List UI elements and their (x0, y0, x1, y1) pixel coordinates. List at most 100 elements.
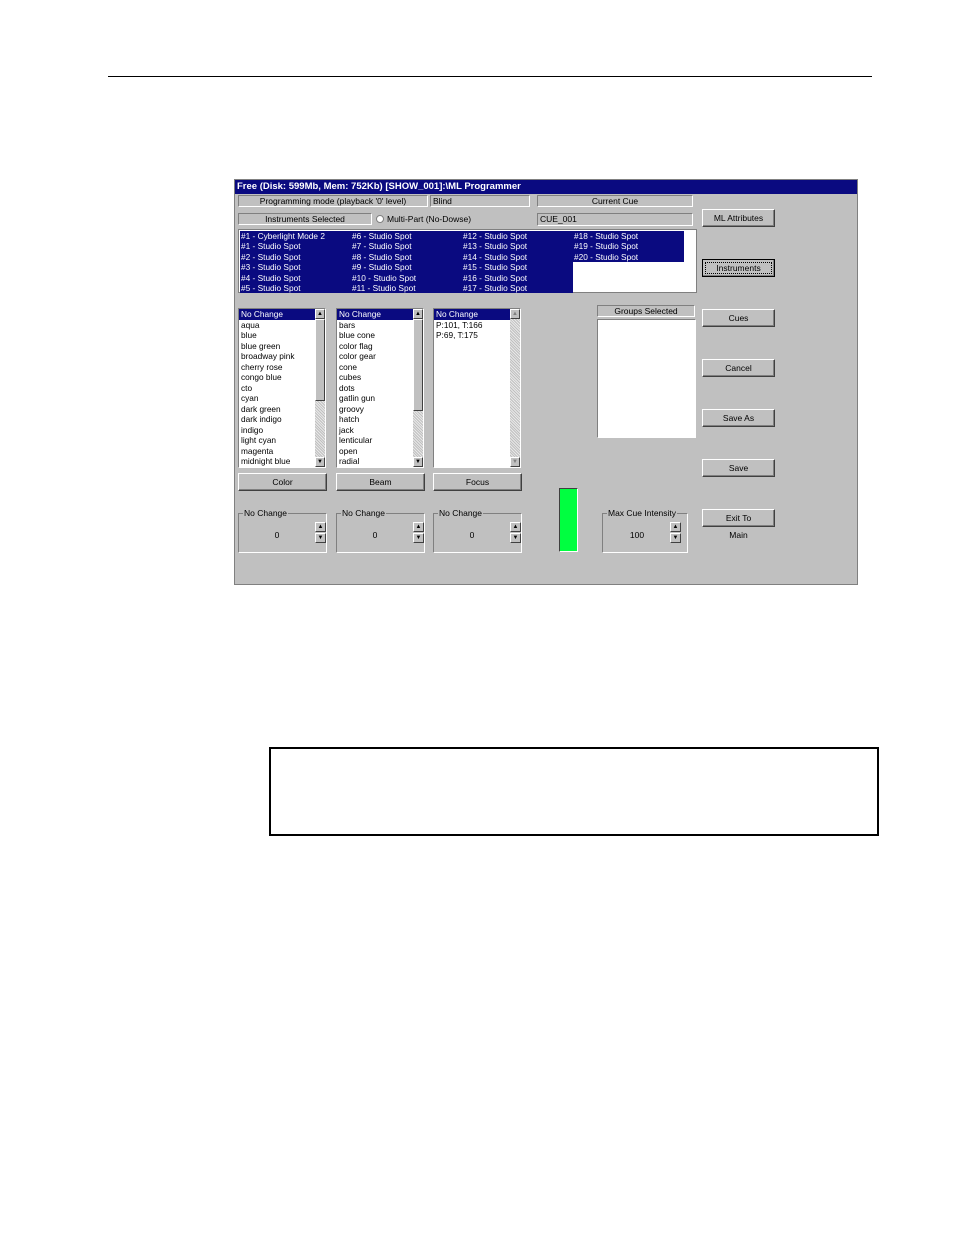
exit-to-button[interactable]: Exit To (702, 509, 775, 527)
scroll-up-arrow-icon[interactable]: ▲ (413, 309, 423, 319)
note-box (269, 747, 879, 836)
list-item[interactable]: lenticular (337, 435, 423, 446)
list-item[interactable]: hatch (337, 414, 423, 425)
beam-button[interactable]: Beam (336, 473, 425, 491)
spin-down-arrow-icon[interactable]: ▼ (315, 533, 326, 543)
list-item[interactable]: gatlin gun (337, 393, 423, 404)
instrument-item[interactable]: #3 - Studio Spot (240, 262, 351, 272)
instrument-item[interactable]: #7 - Studio Spot (351, 241, 462, 251)
list-item[interactable]: light cyan (239, 435, 325, 446)
spin-up-arrow-icon[interactable]: ▲ (315, 522, 326, 532)
instrument-item[interactable]: #11 - Studio Spot (351, 283, 462, 293)
instruments-button[interactable]: Instruments (702, 259, 775, 277)
list-item[interactable]: No Change (239, 309, 325, 320)
list-item[interactable]: cto (239, 383, 325, 394)
list-item[interactable]: dots (337, 383, 423, 394)
spinner-value[interactable]: 0 (337, 530, 413, 540)
instrument-item[interactable]: #14 - Studio Spot (462, 252, 573, 262)
list-item[interactable]: jack (337, 425, 423, 436)
list-item[interactable]: open (337, 446, 423, 457)
instrument-item[interactable]: #10 - Studio Spot (351, 273, 462, 283)
list-item[interactable]: cone (337, 362, 423, 373)
scroll-thumb[interactable] (315, 319, 325, 401)
list-item[interactable]: No Change (337, 309, 423, 320)
spinner-value[interactable]: 0 (434, 530, 510, 540)
instrument-item[interactable]: #5 - Studio Spot (240, 283, 351, 293)
cancel-button[interactable]: Cancel (702, 359, 775, 377)
instrument-item[interactable]: #8 - Studio Spot (351, 252, 462, 262)
radio-circle-icon[interactable] (376, 215, 384, 223)
list-item[interactable]: dark indigo (239, 414, 325, 425)
list-item[interactable]: No Change (434, 309, 520, 320)
focus-list-scrollbar[interactable]: ▲ ▼ (510, 309, 520, 467)
instrument-item[interactable]: #9 - Studio Spot (351, 262, 462, 272)
scroll-down-arrow-icon[interactable]: ▼ (315, 457, 325, 467)
save-button[interactable]: Save (702, 459, 775, 477)
color-list[interactable]: No Change aqua blue blue green broadway … (238, 308, 326, 468)
focus-button[interactable]: Focus (433, 473, 522, 491)
groups-selected-label: Groups Selected (597, 305, 695, 317)
spin-down-arrow-icon[interactable]: ▼ (413, 533, 424, 543)
focus-list[interactable]: No Change P:101, T:166 P:69, T:175 ▲ ▼ (433, 308, 521, 468)
list-item[interactable]: congo blue (239, 372, 325, 383)
list-item[interactable]: radial (337, 456, 423, 467)
spin-up-arrow-icon[interactable]: ▲ (413, 522, 424, 532)
spinner-value[interactable]: 0 (239, 530, 315, 540)
groups-selected-list[interactable] (597, 319, 696, 438)
scroll-up-arrow-icon[interactable]: ▲ (510, 309, 520, 319)
instruments-selected-list[interactable]: #1 - Cyberlight Mode 2 #1 - Studio Spot … (238, 229, 697, 294)
beam-list-scrollbar[interactable]: ▲ ▼ (413, 309, 423, 467)
spin-down-arrow-icon[interactable]: ▼ (670, 533, 681, 543)
list-item[interactable]: bars (337, 320, 423, 331)
instrument-item[interactable]: #19 - Studio Spot (573, 241, 684, 251)
list-item[interactable]: cherry rose (239, 362, 325, 373)
instrument-item[interactable]: #16 - Studio Spot (462, 273, 573, 283)
scroll-thumb[interactable] (413, 319, 423, 411)
instrument-item[interactable]: #1 - Studio Spot (240, 241, 351, 251)
list-item[interactable]: magenta (239, 446, 325, 457)
spin-up-arrow-icon[interactable]: ▲ (670, 522, 681, 532)
current-cue-field[interactable]: CUE_001 (537, 213, 693, 226)
instrument-item[interactable]: #20 - Studio Spot (573, 252, 684, 262)
instrument-item[interactable]: #4 - Studio Spot (240, 273, 351, 283)
list-item[interactable]: broadway pink (239, 351, 325, 362)
spinner-label: Max Cue Intensity (607, 508, 678, 519)
list-item[interactable]: blue (239, 330, 325, 341)
instrument-item[interactable]: #13 - Studio Spot (462, 241, 573, 251)
color-button[interactable]: Color (238, 473, 327, 491)
list-item[interactable]: color gear (337, 351, 423, 362)
scroll-up-arrow-icon[interactable]: ▲ (315, 309, 325, 319)
ml-programmer-window: Free (Disk: 599Mb, Mem: 752Kb) [SHOW_001… (234, 179, 858, 585)
list-item[interactable]: P:69, T:175 (434, 330, 520, 341)
save-as-button[interactable]: Save As (702, 409, 775, 427)
list-item[interactable]: blue cone (337, 330, 423, 341)
ml-attributes-button[interactable]: ML Attributes (702, 209, 775, 227)
list-item[interactable]: groovy (337, 404, 423, 415)
list-item[interactable]: dark green (239, 404, 325, 415)
instrument-item[interactable]: #12 - Studio Spot (462, 231, 573, 241)
list-item[interactable]: P:101, T:166 (434, 320, 520, 331)
spinner-value[interactable]: 100 (603, 530, 671, 540)
instrument-item[interactable]: #15 - Studio Spot (462, 262, 573, 272)
instrument-item[interactable]: #6 - Studio Spot (351, 231, 462, 241)
list-item[interactable]: blue green (239, 341, 325, 352)
current-cue-label: Current Cue (537, 195, 693, 207)
instrument-item[interactable]: #17 - Studio Spot (462, 283, 573, 293)
beam-list[interactable]: No Change bars blue cone color flag colo… (336, 308, 424, 468)
list-item[interactable]: cubes (337, 372, 423, 383)
scroll-down-arrow-icon[interactable]: ▼ (413, 457, 423, 467)
list-item[interactable]: color flag (337, 341, 423, 352)
spin-up-arrow-icon[interactable]: ▲ (510, 522, 521, 532)
instrument-item[interactable]: #18 - Studio Spot (573, 231, 684, 241)
instrument-item[interactable]: #1 - Cyberlight Mode 2 (240, 231, 351, 241)
color-list-scrollbar[interactable]: ▲ ▼ (315, 309, 325, 467)
instrument-column-1: #1 - Cyberlight Mode 2 #1 - Studio Spot … (240, 231, 351, 294)
cues-button[interactable]: Cues (702, 309, 775, 327)
list-item[interactable]: midnight blue (239, 456, 325, 467)
scroll-down-arrow-icon[interactable]: ▼ (510, 457, 520, 467)
instrument-item[interactable]: #2 - Studio Spot (240, 252, 351, 262)
list-item[interactable]: indigo (239, 425, 325, 436)
list-item[interactable]: cyan (239, 393, 325, 404)
list-item[interactable]: aqua (239, 320, 325, 331)
spin-down-arrow-icon[interactable]: ▼ (510, 533, 521, 543)
